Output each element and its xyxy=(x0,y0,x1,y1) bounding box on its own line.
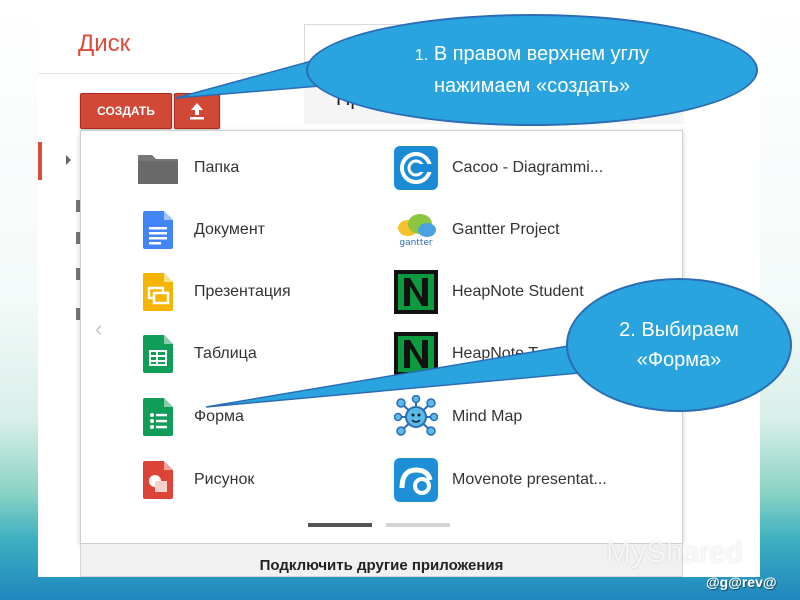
menu-item-label: Папка xyxy=(194,159,240,176)
mindmap-icon xyxy=(394,395,438,439)
callout-text: нажимаем «создать» xyxy=(433,75,631,97)
forms-icon xyxy=(136,395,180,439)
menu-item-drawing[interactable]: Рисунок xyxy=(136,457,254,503)
menu-item-label: Форма xyxy=(194,408,244,425)
menu-item-spreadsheet[interactable]: Таблица xyxy=(136,331,257,377)
gantter-icon: gantter xyxy=(394,208,438,252)
heapnote-icon xyxy=(394,332,438,376)
menu-item-label: Таблица xyxy=(194,345,257,362)
menu-item-label: Рисунок xyxy=(194,471,255,488)
folder-icon xyxy=(136,146,180,190)
create-button[interactable]: СОЗДАТЬ xyxy=(80,93,172,129)
menu-item-heapnote-student[interactable]: HeapNote Student xyxy=(394,269,584,315)
menu-item-label: Cacoo - Diagrammi... xyxy=(452,159,604,176)
prev-page-arrow-icon[interactable]: ‹ xyxy=(95,316,102,342)
slides-icon xyxy=(136,270,180,314)
callout-text: 2. Выбираем xyxy=(619,319,739,341)
connect-apps-link[interactable]: Подключить другие приложения xyxy=(80,544,683,577)
sidebar-expand-icon[interactable] xyxy=(66,155,71,165)
callout-step-1: 1. В правом верхнем углу нажимаем «созда… xyxy=(306,14,758,126)
sheets-icon xyxy=(136,332,180,376)
menu-item-document[interactable]: Документ xyxy=(136,207,265,253)
menu-item-label: HeapNote T xyxy=(452,345,538,362)
sidebar-active-indicator xyxy=(38,142,42,180)
author-signature: @g@rev@ xyxy=(706,574,777,590)
menu-item-presentation[interactable]: Презентация xyxy=(136,269,291,315)
menu-item-cacoo[interactable]: Cacoo - Diagrammi... xyxy=(394,145,603,191)
drawings-icon xyxy=(136,458,180,502)
menu-item-label: Movenote presentat... xyxy=(452,471,607,488)
upload-icon xyxy=(190,103,204,120)
page-indicator[interactable] xyxy=(386,523,450,527)
svg-text:gantter: gantter xyxy=(399,238,433,248)
callout-step-number: 1. xyxy=(414,47,429,64)
movenote-icon xyxy=(394,458,438,502)
upload-button[interactable] xyxy=(174,93,220,129)
callout-text: «Форма» xyxy=(636,349,722,371)
docs-icon xyxy=(136,208,180,252)
drive-logo[interactable]: Диск xyxy=(78,30,130,58)
menu-item-label: HeapNote Student xyxy=(452,283,584,300)
menu-item-label: Документ xyxy=(194,221,265,238)
callout-text: В правом верхнем углу xyxy=(433,43,650,65)
menu-item-label: Mind Map xyxy=(452,408,523,425)
menu-item-mindmap[interactable]: Mind Map xyxy=(394,394,522,440)
cacoo-icon xyxy=(394,146,438,190)
menu-item-heapnote-teacher[interactable]: HeapNote T xyxy=(394,331,538,377)
watermark: MyShared xyxy=(606,536,743,569)
menu-item-label: Gantter Project xyxy=(452,221,560,238)
page-indicator-active[interactable] xyxy=(308,523,372,527)
menu-item-movenote[interactable]: Movenote presentat... xyxy=(394,457,607,503)
callout-step-2: 2. Выбираем «Форма» xyxy=(566,278,792,412)
menu-item-label: Презентация xyxy=(194,283,291,300)
heapnote-icon xyxy=(394,270,438,314)
menu-item-gantter[interactable]: gantter Gantter Project xyxy=(394,207,560,253)
connect-apps-label: Подключить другие приложения xyxy=(259,557,504,574)
menu-item-form[interactable]: Форма xyxy=(136,394,244,440)
menu-item-folder[interactable]: Папка xyxy=(136,145,239,191)
